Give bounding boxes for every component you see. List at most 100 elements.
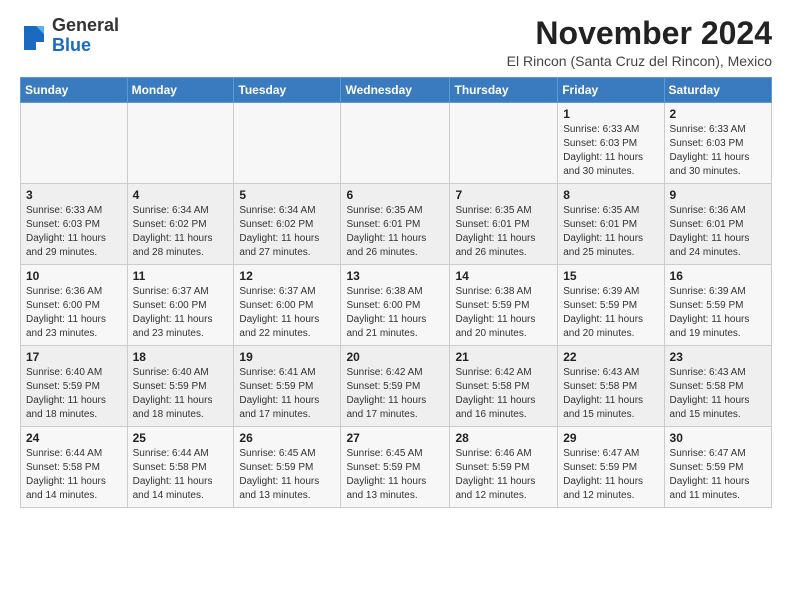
day-number: 6 bbox=[346, 188, 444, 202]
day-number: 2 bbox=[670, 107, 766, 121]
calendar-cell: 22 Sunrise: 6:43 AM Sunset: 5:58 PM Dayli… bbox=[558, 346, 664, 427]
day-info: Sunrise: 6:43 AM Sunset: 5:58 PM Dayligh… bbox=[563, 366, 658, 422]
day-info: Sunrise: 6:47 AM Sunset: 5:59 PM Dayligh… bbox=[670, 447, 766, 503]
day-info: Sunrise: 6:33 AM Sunset: 6:03 PM Dayligh… bbox=[563, 123, 658, 179]
day-number: 24 bbox=[26, 431, 122, 445]
day-number: 20 bbox=[346, 350, 444, 364]
day-number: 10 bbox=[26, 269, 122, 283]
day-number: 13 bbox=[346, 269, 444, 283]
day-info: Sunrise: 6:35 AM Sunset: 6:01 PM Dayligh… bbox=[346, 204, 444, 260]
calendar-cell: 27 Sunrise: 6:45 AM Sunset: 5:59 PM Dayli… bbox=[341, 427, 450, 508]
calendar-cell: 11 Sunrise: 6:37 AM Sunset: 6:00 PM Dayli… bbox=[127, 265, 234, 346]
location: El Rincon (Santa Cruz del Rincon), Mexic… bbox=[507, 53, 772, 69]
weekday-header: Monday bbox=[127, 78, 234, 103]
calendar-cell: 19Sunrise: 6:41 AM Sunset: 5:59 PM Dayli… bbox=[234, 346, 341, 427]
day-number: 3 bbox=[26, 188, 122, 202]
weekday-header: Tuesday bbox=[234, 78, 341, 103]
weekday-header: Thursday bbox=[450, 78, 558, 103]
logo-blue: Blue bbox=[52, 35, 91, 55]
calendar-cell: 5 Sunrise: 6:34 AM Sunset: 6:02 PM Daylig… bbox=[234, 184, 341, 265]
day-number: 26 bbox=[239, 431, 335, 445]
calendar-cell: 20Sunrise: 6:42 AM Sunset: 5:59 PM Dayli… bbox=[341, 346, 450, 427]
calendar-week-row: 3 Sunrise: 6:33 AM Sunset: 6:03 PM Daylig… bbox=[21, 184, 772, 265]
logo-icon bbox=[20, 22, 48, 50]
day-info: Sunrise: 6:36 AM Sunset: 6:00 PM Dayligh… bbox=[26, 285, 122, 341]
calendar-week-row: 24 Sunrise: 6:44 AM Sunset: 5:58 PM Dayli… bbox=[21, 427, 772, 508]
calendar-cell: 18 Sunrise: 6:40 AM Sunset: 5:59 PM Dayli… bbox=[127, 346, 234, 427]
calendar-cell: 15 Sunrise: 6:39 AM Sunset: 5:59 PM Dayli… bbox=[558, 265, 664, 346]
day-info: Sunrise: 6:38 AM Sunset: 6:00 PM Dayligh… bbox=[346, 285, 444, 341]
day-info: Sunrise: 6:34 AM Sunset: 6:02 PM Dayligh… bbox=[239, 204, 335, 260]
calendar-cell: 8 Sunrise: 6:35 AM Sunset: 6:01 PM Daylig… bbox=[558, 184, 664, 265]
day-info: Sunrise: 6:44 AM Sunset: 5:58 PM Dayligh… bbox=[26, 447, 122, 503]
weekday-header: Friday bbox=[558, 78, 664, 103]
day-number: 9 bbox=[670, 188, 766, 202]
day-number: 15 bbox=[563, 269, 658, 283]
day-info: Sunrise: 6:47 AM Sunset: 5:59 PM Dayligh… bbox=[563, 447, 658, 503]
day-number: 11 bbox=[133, 269, 229, 283]
calendar-cell: 26Sunrise: 6:45 AM Sunset: 5:59 PM Dayli… bbox=[234, 427, 341, 508]
weekday-header: Wednesday bbox=[341, 78, 450, 103]
day-info: Sunrise: 6:40 AM Sunset: 5:59 PM Dayligh… bbox=[26, 366, 122, 422]
calendar-cell: 29Sunrise: 6:47 AM Sunset: 5:59 PM Dayli… bbox=[558, 427, 664, 508]
calendar-cell bbox=[341, 103, 450, 184]
day-info: Sunrise: 6:39 AM Sunset: 5:59 PM Dayligh… bbox=[563, 285, 658, 341]
calendar-cell: 17 Sunrise: 6:40 AM Sunset: 5:59 PM Dayli… bbox=[21, 346, 128, 427]
day-number: 25 bbox=[133, 431, 229, 445]
calendar-cell: 3 Sunrise: 6:33 AM Sunset: 6:03 PM Daylig… bbox=[21, 184, 128, 265]
day-number: 21 bbox=[455, 350, 552, 364]
day-info: Sunrise: 6:37 AM Sunset: 6:00 PM Dayligh… bbox=[133, 285, 229, 341]
day-info: Sunrise: 6:46 AM Sunset: 5:59 PM Dayligh… bbox=[455, 447, 552, 503]
day-info: Sunrise: 6:37 AM Sunset: 6:00 PM Dayligh… bbox=[239, 285, 335, 341]
day-info: Sunrise: 6:40 AM Sunset: 5:59 PM Dayligh… bbox=[133, 366, 229, 422]
day-number: 4 bbox=[133, 188, 229, 202]
calendar-cell: 13 Sunrise: 6:38 AM Sunset: 6:00 PM Dayli… bbox=[341, 265, 450, 346]
calendar-table: SundayMondayTuesdayWednesdayThursdayFrid… bbox=[20, 77, 772, 508]
day-info: Sunrise: 6:33 AM Sunset: 6:03 PM Dayligh… bbox=[26, 204, 122, 260]
logo-general: General bbox=[52, 15, 119, 35]
month-year: November 2024 bbox=[507, 16, 772, 51]
calendar-week-row: 1Sunrise: 6:33 AM Sunset: 6:03 PM Daylig… bbox=[21, 103, 772, 184]
day-number: 17 bbox=[26, 350, 122, 364]
day-number: 8 bbox=[563, 188, 658, 202]
calendar-cell: 6 Sunrise: 6:35 AM Sunset: 6:01 PM Daylig… bbox=[341, 184, 450, 265]
calendar-cell: 24 Sunrise: 6:44 AM Sunset: 5:58 PM Dayli… bbox=[21, 427, 128, 508]
day-info: Sunrise: 6:42 AM Sunset: 5:58 PM Dayligh… bbox=[455, 366, 552, 422]
calendar-cell bbox=[21, 103, 128, 184]
calendar-cell: 1Sunrise: 6:33 AM Sunset: 6:03 PM Daylig… bbox=[558, 103, 664, 184]
day-info: Sunrise: 6:43 AM Sunset: 5:58 PM Dayligh… bbox=[670, 366, 766, 422]
calendar-week-row: 10 Sunrise: 6:36 AM Sunset: 6:00 PM Dayli… bbox=[21, 265, 772, 346]
day-info: Sunrise: 6:34 AM Sunset: 6:02 PM Dayligh… bbox=[133, 204, 229, 260]
day-info: Sunrise: 6:35 AM Sunset: 6:01 PM Dayligh… bbox=[563, 204, 658, 260]
calendar-cell: 21 Sunrise: 6:42 AM Sunset: 5:58 PM Dayli… bbox=[450, 346, 558, 427]
day-info: Sunrise: 6:39 AM Sunset: 5:59 PM Dayligh… bbox=[670, 285, 766, 341]
day-number: 28 bbox=[455, 431, 552, 445]
calendar-header-row: SundayMondayTuesdayWednesdayThursdayFrid… bbox=[21, 78, 772, 103]
calendar-cell bbox=[450, 103, 558, 184]
day-info: Sunrise: 6:33 AM Sunset: 6:03 PM Dayligh… bbox=[670, 123, 766, 179]
calendar-cell: 25Sunrise: 6:44 AM Sunset: 5:58 PM Dayli… bbox=[127, 427, 234, 508]
weekday-header: Saturday bbox=[664, 78, 771, 103]
calendar-cell: 10 Sunrise: 6:36 AM Sunset: 6:00 PM Dayli… bbox=[21, 265, 128, 346]
calendar-cell: 2 Sunrise: 6:33 AM Sunset: 6:03 PM Daylig… bbox=[664, 103, 771, 184]
day-number: 18 bbox=[133, 350, 229, 364]
day-number: 27 bbox=[346, 431, 444, 445]
calendar-page: General Blue November 2024 El Rincon (Sa… bbox=[0, 0, 792, 518]
day-number: 12 bbox=[239, 269, 335, 283]
calendar-cell: 4 Sunrise: 6:34 AM Sunset: 6:02 PM Daylig… bbox=[127, 184, 234, 265]
weekday-header: Sunday bbox=[21, 78, 128, 103]
day-number: 16 bbox=[670, 269, 766, 283]
day-number: 5 bbox=[239, 188, 335, 202]
day-number: 23 bbox=[670, 350, 766, 364]
day-info: Sunrise: 6:35 AM Sunset: 6:01 PM Dayligh… bbox=[455, 204, 552, 260]
calendar-cell: 30 Sunrise: 6:47 AM Sunset: 5:59 PM Dayli… bbox=[664, 427, 771, 508]
day-info: Sunrise: 6:45 AM Sunset: 5:59 PM Dayligh… bbox=[346, 447, 444, 503]
calendar-cell bbox=[127, 103, 234, 184]
day-number: 30 bbox=[670, 431, 766, 445]
day-info: Sunrise: 6:36 AM Sunset: 6:01 PM Dayligh… bbox=[670, 204, 766, 260]
calendar-cell: 9 Sunrise: 6:36 AM Sunset: 6:01 PM Daylig… bbox=[664, 184, 771, 265]
calendar-cell bbox=[234, 103, 341, 184]
day-number: 22 bbox=[563, 350, 658, 364]
calendar-cell: 7Sunrise: 6:35 AM Sunset: 6:01 PM Daylig… bbox=[450, 184, 558, 265]
calendar-cell: 16 Sunrise: 6:39 AM Sunset: 5:59 PM Dayli… bbox=[664, 265, 771, 346]
